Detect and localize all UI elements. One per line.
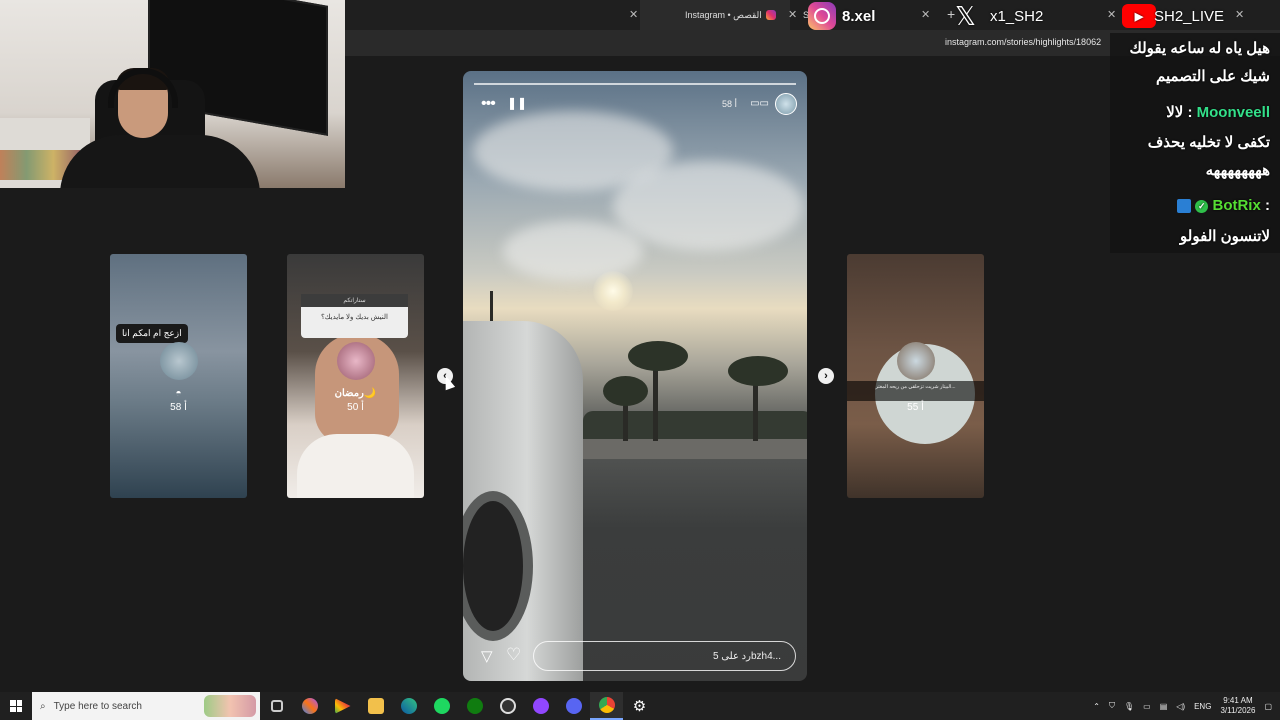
heart-icon[interactable]: ♡ (506, 645, 521, 665)
palm-tree-image (603, 376, 648, 406)
clock[interactable]: 9:41 AM 3/11/2026 (1220, 696, 1255, 716)
palm-tree-image (728, 356, 788, 386)
story-time: 58 أ (170, 402, 187, 413)
x-logo-icon: 𝕏 (955, 0, 976, 31)
story-header: ••• ❚❚ 58 أ ▭▭ (463, 93, 807, 115)
windows-taskbar: ⌕ Type here to search ⚙ ⌃ ⛉ 🎙︎ ▭ ▤ ◁) EN… (0, 692, 1280, 720)
story-time: 58 أ (721, 99, 737, 109)
discord-icon[interactable] (557, 692, 590, 720)
new-tab-button[interactable]: + (947, 6, 955, 22)
next-story-button[interactable]: › (818, 368, 834, 384)
youtube-icon: ▶ (1122, 4, 1156, 28)
story-card-next-1[interactable]: البيتار شريت تزحلقي من ريحه المغتر... 55… (847, 254, 984, 498)
instagram-icon (808, 2, 836, 30)
tab-title: Instagram • القصص (685, 9, 762, 20)
file-explorer-icon[interactable] (359, 692, 392, 720)
chrome-icon[interactable] (590, 692, 623, 720)
main-story-viewer[interactable]: ••• ❚❚ 58 أ ▭▭ ▽ ♡ رد على 5bzh4... (463, 71, 807, 681)
chat-message: شيك على التصميم (1156, 68, 1270, 85)
network-icon[interactable]: ▤ (1160, 702, 1168, 711)
story-time: 50 أ (347, 402, 364, 413)
twitch-studio-icon[interactable] (524, 692, 557, 720)
windows-icon (10, 700, 22, 712)
question-sticker: ستاراتكم النيش بديك ولا مايديك؟ (301, 294, 408, 338)
close-tab-icon[interactable]: ✕ (629, 8, 638, 21)
tab-instagram[interactable]: Instagram • القصص (640, 0, 790, 30)
shield-icon[interactable]: ⛉ (1109, 701, 1115, 711)
chat-message: تكفى لا تخليه يحذف (1147, 134, 1270, 151)
instagram-favicon-icon (765, 10, 776, 20)
x-handle: 𝕏 x1_SH2 (955, 0, 1044, 31)
pause-icon[interactable]: ❚❚ (507, 96, 527, 110)
chat-message: لاتنسون الفولو (1180, 228, 1270, 245)
spotify-icon[interactable] (425, 692, 458, 720)
close-tab-icon[interactable]: ✕ (788, 8, 797, 21)
chat-message: Moonveell : لالا (1166, 104, 1270, 121)
chat-message: هيل ياه له ساعه يقولك (1129, 40, 1270, 57)
url-text[interactable]: instagram.com/stories/highlights/18062 (945, 37, 1101, 47)
copilot-icon[interactable] (293, 692, 326, 720)
microphone-icon[interactable]: 🎙︎ (1124, 702, 1134, 711)
story-time: 55 أ (907, 402, 924, 413)
close-tab-icon[interactable]: ✕ (1235, 8, 1244, 21)
webcam-feed (0, 0, 345, 188)
chevron-up-icon[interactable]: ⌃ (1093, 702, 1100, 711)
youtube-handle: ▶ SH2_LIVE (1122, 0, 1224, 32)
search-highlight-image (204, 695, 256, 717)
edge-icon[interactable] (392, 692, 425, 720)
start-button[interactable] (0, 692, 32, 720)
story-caption: ازعج ام امكم انا (116, 324, 188, 343)
search-icon: ⌕ (40, 700, 46, 712)
story-avatar[interactable] (775, 93, 797, 115)
more-options-icon[interactable]: ••• (481, 95, 496, 113)
story-caption: البيتار شريت تزحلقي من ريحه المغتر... (847, 381, 984, 401)
screen: + ✕ Instagram • القصص ✕ S ✕ ✕ ✕ instagra… (0, 0, 1280, 720)
palm-tree-image (628, 341, 688, 371)
google-play-icon[interactable] (326, 692, 359, 720)
notification-icon[interactable]: ▢ (1264, 702, 1272, 711)
close-tab-icon[interactable]: ✕ (921, 8, 930, 21)
story-avatar (159, 342, 198, 380)
story-user-icon: ▭▭ (750, 98, 769, 109)
chat-username: BotRix (1212, 197, 1261, 214)
close-tab-icon[interactable]: ✕ (1107, 8, 1116, 21)
story-avatar (336, 342, 375, 380)
reply-input[interactable]: رد على 5bzh4... (533, 641, 796, 671)
language-indicator[interactable]: ENG (1194, 702, 1211, 711)
story-icon: ◓ (175, 388, 182, 399)
chat-message: ✓ BotRix : (1177, 197, 1270, 214)
story-card-previous-1[interactable]: ستاراتكم النيش بديك ولا مايديك؟ رمضان🌙 5… (287, 254, 424, 498)
story-progress-bar (474, 83, 796, 85)
story-label: رمضان🌙 (334, 388, 377, 399)
obs-icon[interactable] (491, 692, 524, 720)
settings-gear-icon[interactable]: ⚙ (623, 692, 656, 720)
verified-check-icon: ✓ (1195, 199, 1209, 213)
chat-message: ههههههههه (1205, 162, 1270, 179)
story-avatar (896, 342, 935, 380)
monitor-icon[interactable]: ▭ (1143, 702, 1151, 711)
send-icon[interactable]: ▽ (481, 647, 493, 665)
volume-icon[interactable]: ◁) (1176, 702, 1185, 711)
task-view-icon[interactable] (260, 692, 293, 720)
instagram-handle: 8.xel (808, 0, 875, 32)
system-tray: ⌃ ⛉ 🎙︎ ▭ ▤ ◁) ENG 9:41 AM 3/11/2026 ▢ (1093, 692, 1280, 720)
stream-chat: هيل ياه له ساعه يقولك شيك على التصميم Mo… (1110, 33, 1280, 253)
chat-username: Moonveell (1196, 104, 1270, 121)
sun-image (593, 271, 633, 311)
xbox-icon[interactable] (458, 692, 491, 720)
botrix-icon (1177, 199, 1192, 214)
story-card-previous-2[interactable]: ازعج ام امكم انا ◓ 58 أ (110, 254, 247, 498)
taskbar-search[interactable]: ⌕ Type here to search (32, 692, 260, 720)
